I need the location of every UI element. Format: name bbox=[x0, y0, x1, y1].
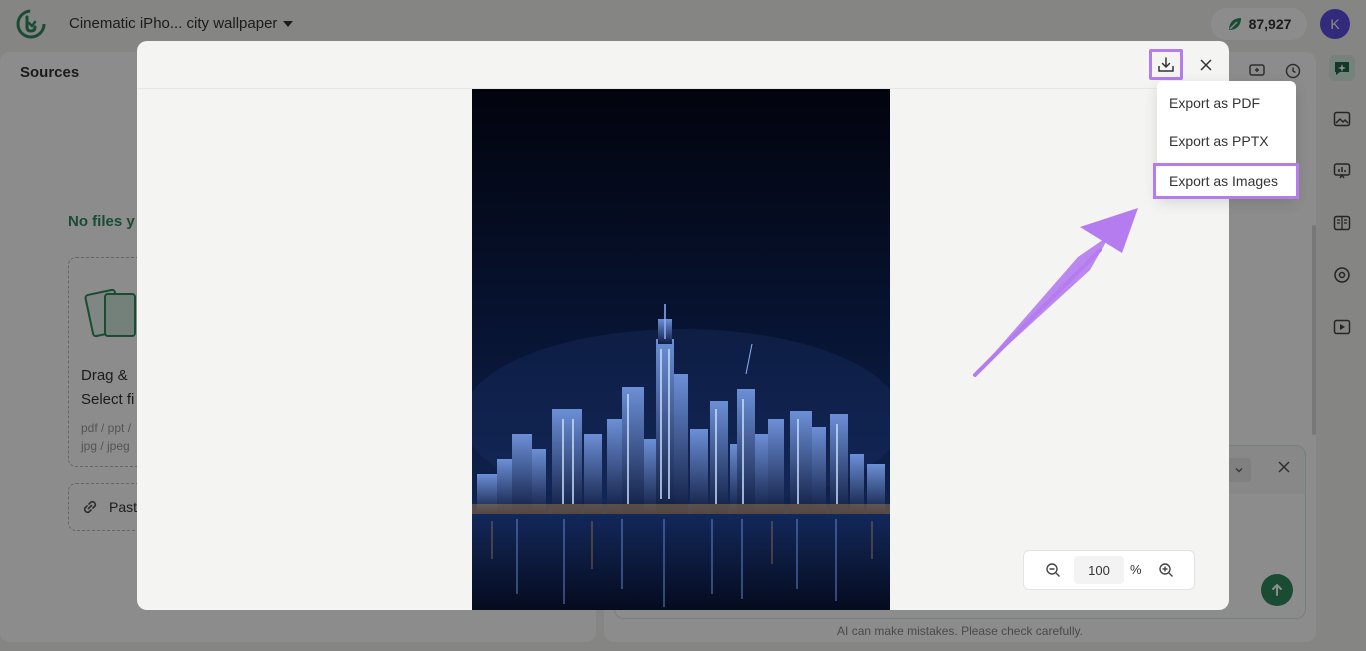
wallpaper-preview-image bbox=[472, 89, 890, 610]
close-button[interactable] bbox=[1195, 54, 1217, 76]
preview-modal: % bbox=[137, 41, 1229, 610]
download-button[interactable] bbox=[1149, 49, 1183, 80]
zoom-percent-input[interactable] bbox=[1074, 556, 1124, 584]
export-images-item[interactable]: Export as Images bbox=[1153, 163, 1299, 199]
zoom-control: % bbox=[1023, 550, 1195, 590]
modal-header bbox=[137, 41, 1229, 89]
close-icon bbox=[1200, 59, 1212, 71]
download-icon bbox=[1158, 56, 1174, 72]
zoom-out-icon bbox=[1046, 563, 1060, 577]
export-pdf-item[interactable]: Export as PDF bbox=[1157, 85, 1296, 121]
zoom-out-button[interactable] bbox=[1040, 557, 1066, 583]
export-menu: Export as PDF Export as PPTX Export as I… bbox=[1153, 81, 1299, 199]
export-pptx-item[interactable]: Export as PPTX bbox=[1157, 123, 1296, 159]
city-skyline-image bbox=[472, 89, 890, 610]
zoom-percent-unit: % bbox=[1130, 562, 1142, 577]
zoom-in-button[interactable] bbox=[1153, 557, 1179, 583]
zoom-in-icon bbox=[1159, 563, 1173, 577]
